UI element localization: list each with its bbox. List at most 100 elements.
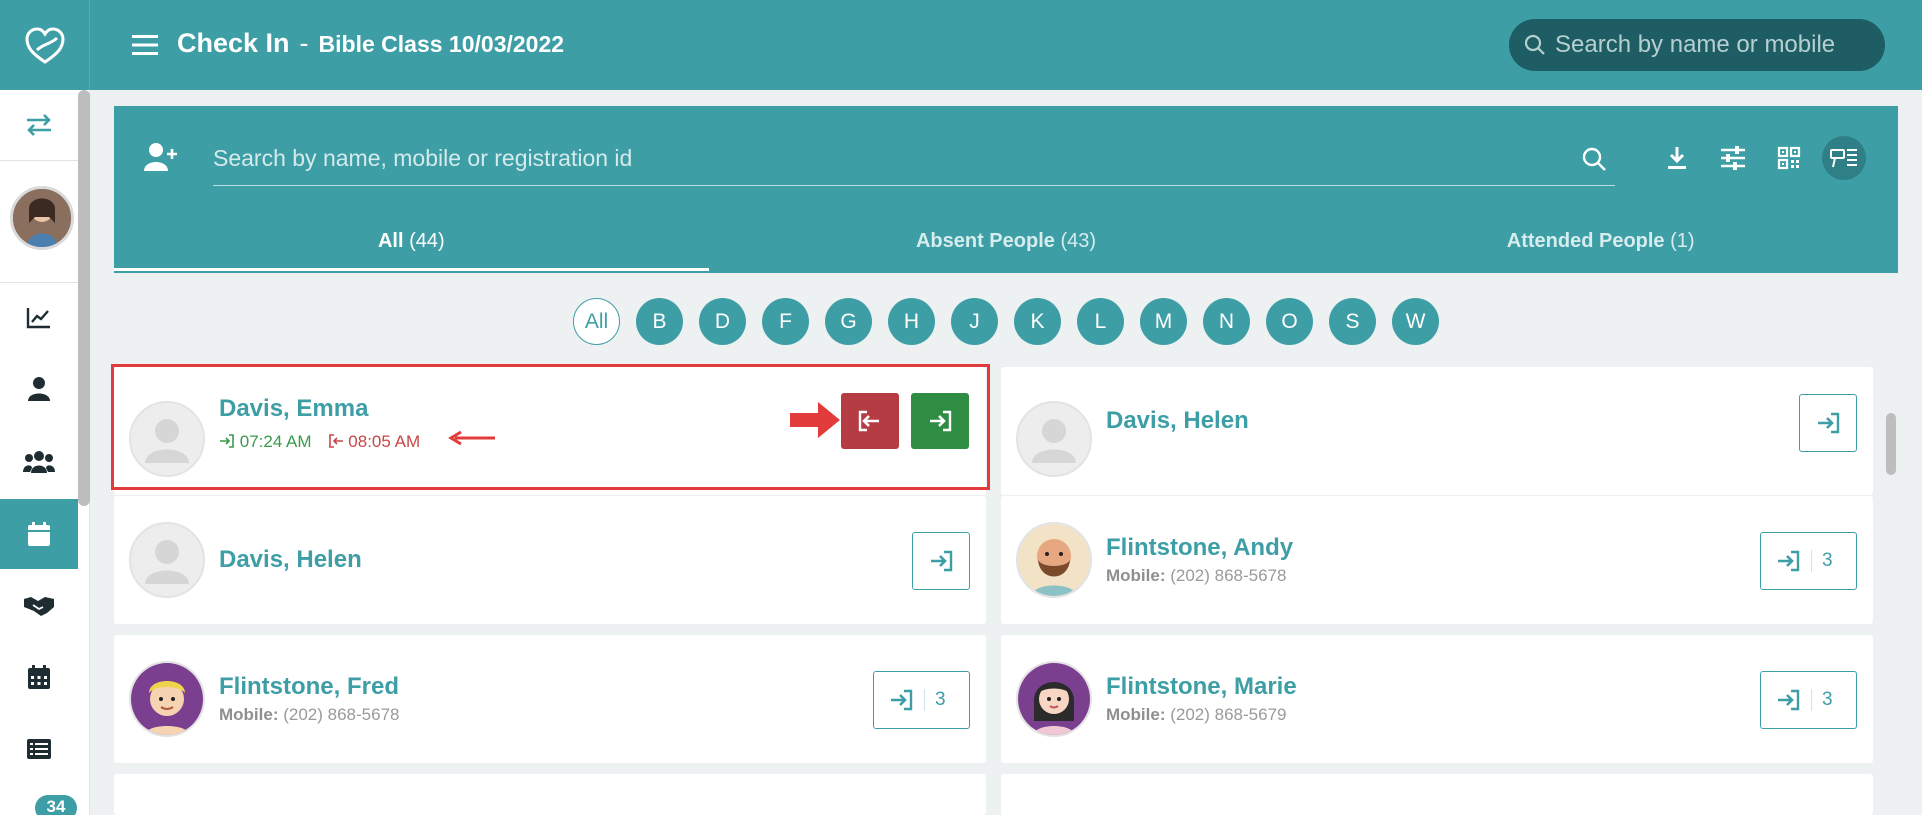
- mobile-number: (202) 868-5679: [1170, 705, 1287, 724]
- sidebar-scrollbar[interactable]: [78, 90, 90, 506]
- letter-filter-b[interactable]: B: [636, 298, 683, 345]
- swap-icon: [27, 114, 51, 136]
- title-separator: -: [299, 28, 309, 58]
- checkin-icon: [1778, 550, 1800, 572]
- letter-filter-k[interactable]: K: [1014, 298, 1061, 345]
- checkin-button[interactable]: 3: [873, 671, 970, 729]
- tab-count: (43): [1060, 230, 1097, 252]
- top-bar: Check In - Bible Class 10/03/2022 Search b…: [0, 0, 1922, 90]
- letter-filter-j[interactable]: J: [951, 298, 998, 345]
- checkin-button[interactable]: [912, 532, 970, 590]
- person-name[interactable]: Davis, Helen: [219, 546, 362, 574]
- qr-code-icon: [1777, 146, 1801, 170]
- person-card[interactable]: Davis, Helen: [1001, 367, 1873, 495]
- qr-code-button[interactable]: [1771, 140, 1807, 176]
- tab-absent-people[interactable]: Absent People (43): [709, 212, 1304, 273]
- person-name[interactable]: Flintstone, Marie: [1106, 673, 1297, 701]
- sidebar-item-events[interactable]: [0, 499, 78, 569]
- display-settings-icon: [1830, 149, 1857, 168]
- mobile-label: Mobile:: [1106, 705, 1166, 724]
- person-card[interactable]: Flintstone, Fred Mobile: (202) 868-5678 …: [114, 635, 986, 763]
- checkin-icon: [930, 410, 952, 432]
- download-button[interactable]: [1659, 140, 1695, 176]
- checkin-button[interactable]: 3: [1760, 671, 1857, 729]
- person-name[interactable]: Flintstone, Andy: [1106, 534, 1293, 562]
- letter-filter: All B D F G H J K L M N O S W: [573, 298, 1439, 345]
- checkout-icon: [858, 410, 879, 432]
- person-card[interactable]: [1001, 774, 1873, 815]
- letter-filter-g[interactable]: G: [825, 298, 872, 345]
- filter-sliders-icon: [1721, 146, 1745, 170]
- checkout-button[interactable]: [841, 393, 899, 449]
- person-card[interactable]: Flintstone, Marie Mobile: (202) 868-5679…: [1001, 635, 1873, 763]
- letter-filter-m[interactable]: M: [1140, 298, 1187, 345]
- sidebar-item-calendar[interactable]: [0, 642, 78, 712]
- tab-label: Attended People: [1506, 230, 1665, 252]
- calendar-grid-icon: [28, 665, 50, 689]
- mobile-number: (202) 868-5678: [1170, 566, 1287, 585]
- checkin-button[interactable]: [1799, 394, 1857, 452]
- family-count: 3: [1811, 689, 1833, 711]
- checkin-button[interactable]: 3: [1760, 532, 1857, 590]
- title-text: Check In: [177, 28, 290, 58]
- menu-icon[interactable]: [130, 30, 160, 60]
- person-card[interactable]: Davis, Helen: [114, 496, 986, 624]
- add-person-button[interactable]: [144, 142, 178, 172]
- letter-filter-w[interactable]: W: [1392, 298, 1439, 345]
- tab-all[interactable]: All (44): [114, 212, 709, 273]
- avatar-marie: [1016, 661, 1092, 737]
- content-scrollbar[interactable]: [1886, 413, 1896, 475]
- checkout-icon: [328, 434, 343, 448]
- people-search-input[interactable]: [213, 145, 1579, 172]
- sidebar-item-people[interactable]: [0, 354, 78, 424]
- download-icon: [1668, 147, 1686, 169]
- checkin-time: 07:24 AM: [219, 432, 312, 452]
- person-card[interactable]: Davis, Emma 07:24 AM 08:05 AM: [114, 367, 986, 495]
- tab-attended-people[interactable]: Attended People (1): [1303, 212, 1898, 273]
- mobile-number: (202) 868-5678: [283, 705, 400, 724]
- page-title: Check In - Bible Class 10/03/2022: [177, 28, 564, 59]
- checkin-icon: [220, 434, 234, 448]
- add-person-icon: [144, 143, 177, 171]
- sidebar-item-switch[interactable]: [0, 90, 78, 160]
- sidebar-divider: [0, 160, 78, 161]
- filter-button[interactable]: [1715, 140, 1751, 176]
- letter-filter-s[interactable]: S: [1329, 298, 1376, 345]
- annotation-arrow-right-icon: [790, 402, 840, 438]
- display-settings-button[interactable]: [1822, 136, 1866, 180]
- sidebar-item-reports[interactable]: [0, 283, 78, 353]
- global-search-input[interactable]: Search by name or mobile: [1509, 19, 1885, 71]
- app-logo[interactable]: [0, 0, 90, 90]
- letter-filter-n[interactable]: N: [1203, 298, 1250, 345]
- letter-filter-l[interactable]: L: [1077, 298, 1124, 345]
- sidebar-item-donations[interactable]: [0, 570, 78, 640]
- person-name[interactable]: Flintstone, Fred: [219, 673, 399, 701]
- person-card[interactable]: [114, 774, 986, 815]
- checkin-button[interactable]: [911, 393, 969, 449]
- letter-filter-o[interactable]: O: [1266, 298, 1313, 345]
- person-name[interactable]: Davis, Emma: [219, 395, 368, 423]
- checkin-panel-header: All (44) Absent People (43) Attended Peo…: [114, 106, 1898, 273]
- letter-filter-f[interactable]: F: [762, 298, 809, 345]
- mobile-label: Mobile:: [219, 705, 279, 724]
- letter-filter-all[interactable]: All: [573, 298, 620, 345]
- sidebar-item-groups[interactable]: [0, 427, 78, 497]
- profile-avatar[interactable]: [10, 186, 74, 250]
- list-icon: [27, 739, 51, 759]
- person-mobile: Mobile: (202) 868-5678: [219, 705, 400, 725]
- family-count: 3: [924, 689, 946, 711]
- checkin-icon: [1818, 412, 1840, 434]
- group-icon: [23, 451, 55, 473]
- people-search-field[interactable]: [213, 132, 1615, 186]
- checkin-icon: [1778, 689, 1800, 711]
- notification-badge[interactable]: 34: [35, 795, 77, 815]
- family-count: 3: [1811, 550, 1833, 572]
- sidebar-item-lists[interactable]: [0, 714, 78, 784]
- letter-filter-d[interactable]: D: [699, 298, 746, 345]
- search-icon[interactable]: [1579, 144, 1609, 174]
- person-name[interactable]: Davis, Helen: [1106, 407, 1249, 435]
- person-card[interactable]: Flintstone, Andy Mobile: (202) 868-5678 …: [1001, 496, 1873, 624]
- checkout-time-text: 08:05 AM: [348, 432, 421, 451]
- global-search-placeholder: Search by name or mobile: [1555, 31, 1836, 58]
- letter-filter-h[interactable]: H: [888, 298, 935, 345]
